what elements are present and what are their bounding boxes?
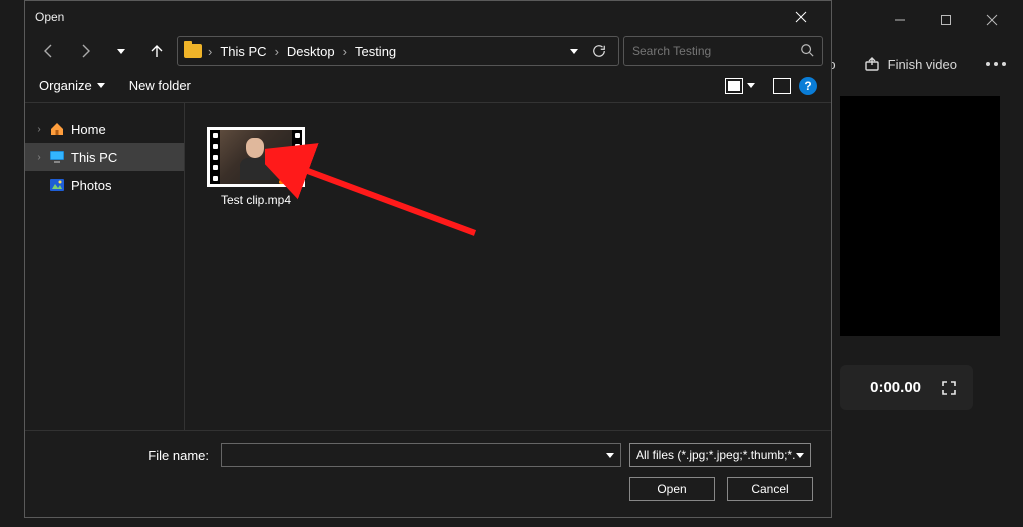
photos-icon — [49, 177, 65, 193]
maximize-button[interactable] — [923, 4, 969, 36]
preview-pane-button[interactable] — [773, 78, 791, 94]
vlc-overlay-icon — [278, 162, 300, 184]
dialog-close-button[interactable] — [781, 3, 821, 31]
view-large-icon — [725, 78, 743, 94]
sidebar-item-this-pc[interactable]: › This PC — [25, 143, 184, 171]
chevron-down-icon — [117, 49, 125, 54]
file-item[interactable]: Test clip.mp4 — [205, 127, 307, 207]
minimize-button[interactable] — [877, 4, 923, 36]
toolbar-more[interactable] — [985, 62, 1007, 66]
video-preview — [840, 96, 1000, 336]
timeline-bar: 0:00.00 — [840, 365, 973, 410]
open-dialog: Open › This PC › Desktop › Testing — [24, 0, 832, 518]
dialog-footer: File name: All files (*.jpg;*.jpeg;*.thu… — [25, 430, 831, 517]
fullscreen-icon[interactable] — [941, 380, 957, 396]
nav-recent-button[interactable] — [105, 37, 137, 65]
breadcrumb-desktop[interactable]: Desktop — [285, 44, 337, 59]
dialog-titlebar: Open — [25, 1, 831, 33]
sidebar-item-label: Photos — [71, 178, 111, 193]
new-folder-button[interactable]: New folder — [129, 78, 191, 93]
toolbar-finish-video[interactable]: Finish video — [864, 56, 957, 72]
dialog-body: › Home › This PC Photos — [25, 103, 831, 430]
organize-menu[interactable]: Organize — [39, 78, 105, 93]
chevron-down-icon — [747, 83, 755, 88]
folder-icon — [184, 44, 202, 58]
filename-combo[interactable] — [221, 443, 621, 467]
home-icon — [49, 121, 65, 137]
toolbar-finish-label: Finish video — [888, 57, 957, 72]
sidebar-item-home[interactable]: › Home — [25, 115, 184, 143]
nav-sidebar: › Home › This PC Photos — [25, 103, 185, 430]
organize-label: Organize — [39, 78, 92, 93]
sidebar-item-label: Home — [71, 122, 106, 137]
search-icon[interactable] — [800, 43, 814, 60]
open-button[interactable]: Open — [629, 477, 715, 501]
file-label: Test clip.mp4 — [221, 193, 291, 207]
editor-toolbar: dio Finish video — [818, 56, 1007, 72]
sidebar-item-photos[interactable]: Photos — [25, 171, 184, 199]
nav-back-button[interactable] — [33, 37, 65, 65]
address-dropdown-icon[interactable] — [570, 49, 578, 54]
breadcrumb-sep-icon: › — [208, 44, 212, 59]
filename-label: File name: — [43, 448, 213, 463]
search-box[interactable] — [623, 36, 823, 66]
help-button[interactable]: ? — [799, 77, 817, 95]
window-close-button[interactable] — [969, 4, 1015, 36]
sidebar-item-label: This PC — [71, 150, 117, 165]
address-bar[interactable]: › This PC › Desktop › Testing — [177, 36, 619, 66]
chevron-down-icon[interactable] — [606, 453, 614, 458]
toolbar-row: Organize New folder ? — [25, 69, 831, 103]
video-thumbnail — [207, 127, 305, 187]
dialog-title: Open — [35, 10, 781, 24]
nav-forward-button[interactable] — [69, 37, 101, 65]
breadcrumb-testing[interactable]: Testing — [353, 44, 398, 59]
chevron-right-icon: › — [35, 124, 43, 135]
view-mode-button[interactable] — [725, 78, 755, 94]
breadcrumb-this-pc[interactable]: This PC — [218, 44, 268, 59]
chevron-right-icon: › — [35, 152, 43, 163]
search-input[interactable] — [632, 44, 800, 58]
breadcrumb-sep-icon: › — [275, 44, 279, 59]
new-folder-label: New folder — [129, 78, 191, 93]
chevron-down-icon — [796, 453, 804, 458]
file-type-dropdown[interactable]: All files (*.jpg;*.jpeg;*.thumb;*.p — [629, 443, 811, 467]
file-list-area[interactable]: Test clip.mp4 — [185, 103, 831, 430]
ellipsis-icon — [986, 62, 990, 66]
film-sprocket-icon — [210, 130, 220, 184]
timeline-time: 0:00.00 — [870, 379, 921, 396]
monitor-icon — [49, 149, 65, 165]
breadcrumb-sep-icon: › — [343, 44, 347, 59]
navigation-row: › This PC › Desktop › Testing — [25, 33, 831, 69]
nav-up-button[interactable] — [141, 37, 173, 65]
cancel-button[interactable]: Cancel — [727, 477, 813, 501]
file-type-label: All files (*.jpg;*.jpeg;*.thumb;*.p — [636, 448, 796, 462]
filename-input[interactable] — [222, 444, 606, 466]
refresh-icon[interactable] — [592, 44, 606, 58]
export-icon — [864, 56, 880, 72]
chevron-down-icon — [97, 83, 105, 88]
